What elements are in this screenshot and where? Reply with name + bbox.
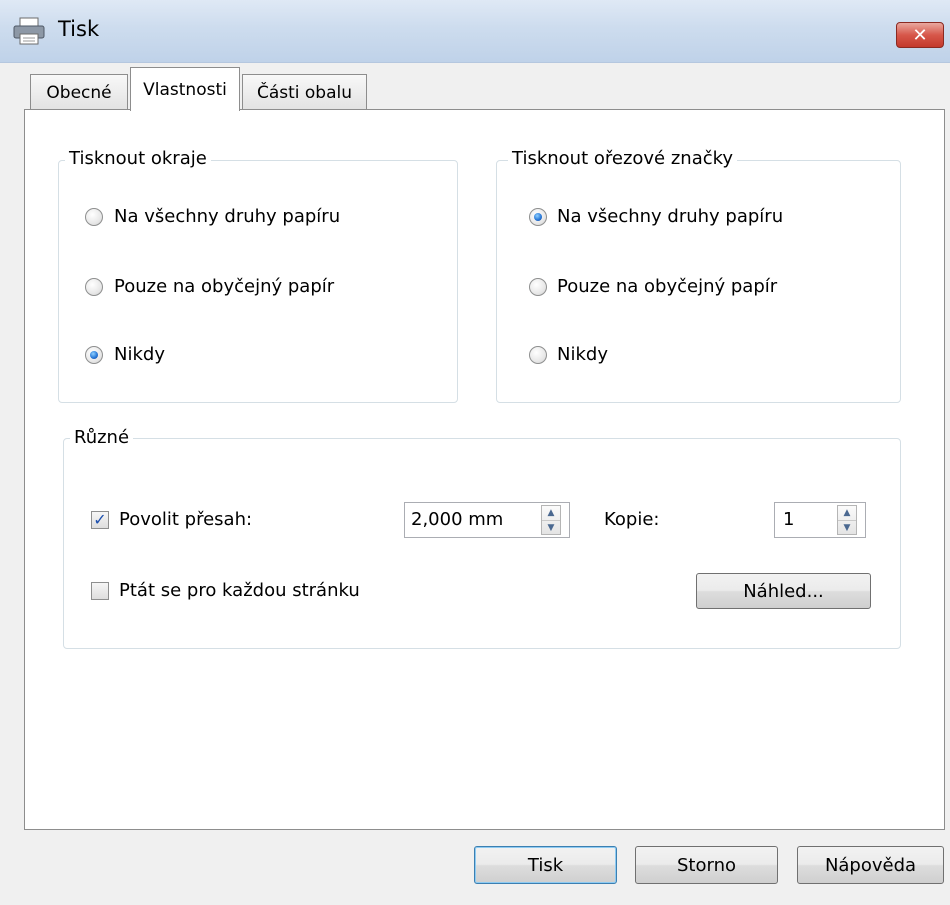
tab-properties[interactable]: Vlastnosti	[130, 67, 240, 111]
spin-up-icon[interactable]: ▲	[542, 506, 560, 521]
copies-spinbox[interactable]: 1 ▲ ▼	[774, 502, 866, 538]
crop-all-papers-label: Na všechny druhy papíru	[557, 206, 784, 227]
crop-plain-paper-radio[interactable]	[529, 278, 547, 296]
misc-group	[63, 438, 901, 649]
spin-down-icon[interactable]: ▼	[542, 521, 560, 535]
margins-never-radio[interactable]	[85, 346, 103, 364]
help-button[interactable]: Nápověda	[797, 846, 944, 884]
crop-marks-legend: Tisknout ořezové značky	[508, 148, 738, 170]
tab-general[interactable]: Obecné	[30, 74, 128, 110]
close-button[interactable]: ✕	[896, 22, 944, 48]
bleed-spin-buttons[interactable]: ▲ ▼	[541, 505, 561, 535]
tab-properties-label: Vlastnosti	[143, 79, 227, 100]
margins-all-papers-label: Na všechny druhy papíru	[114, 206, 341, 227]
print-button[interactable]: Tisk	[474, 846, 617, 884]
cancel-button[interactable]: Storno	[635, 846, 778, 884]
close-icon: ✕	[912, 24, 928, 46]
ask-each-page-checkbox[interactable]	[91, 582, 109, 600]
copies-label: Kopie:	[604, 509, 660, 530]
crop-never-radio[interactable]	[529, 346, 547, 364]
tab-cover-parts-label: Části obalu	[256, 82, 353, 103]
misc-legend: Různé	[70, 427, 134, 449]
allow-bleed-checkbox[interactable]: ✓	[91, 511, 109, 529]
preview-button[interactable]: Náhled...	[696, 573, 871, 609]
allow-bleed-label: Povolit přesah:	[119, 509, 253, 530]
spin-down-icon[interactable]: ▼	[838, 521, 856, 535]
crop-all-papers-radio[interactable]	[529, 208, 547, 226]
tab-general-label: Obecné	[46, 82, 112, 103]
print-margins-legend: Tisknout okraje	[65, 148, 211, 170]
preview-button-label: Náhled...	[743, 580, 824, 602]
spin-up-icon[interactable]: ▲	[838, 506, 856, 521]
crop-plain-paper-label: Pouze na obyčejný papír	[557, 276, 778, 297]
print-button-label: Tisk	[527, 854, 564, 876]
margins-never-label: Nikdy	[114, 344, 165, 365]
bleed-value: 2,000 mm	[411, 509, 504, 530]
checkmark-icon: ✓	[93, 510, 107, 529]
margins-plain-paper-label: Pouze na obyčejný papír	[114, 276, 335, 297]
margins-all-papers-radio[interactable]	[85, 208, 103, 226]
bleed-spinbox[interactable]: 2,000 mm ▲ ▼	[404, 502, 570, 538]
cancel-button-label: Storno	[676, 854, 736, 876]
window-title: Tisk	[58, 17, 100, 41]
ask-each-page-label: Ptát se pro každou stránku	[119, 580, 360, 601]
margins-plain-paper-radio[interactable]	[85, 278, 103, 296]
help-button-label: Nápověda	[824, 854, 917, 876]
copies-spin-buttons[interactable]: ▲ ▼	[837, 505, 857, 535]
crop-never-label: Nikdy	[557, 344, 608, 365]
printer-icon	[13, 17, 45, 45]
copies-value: 1	[783, 509, 795, 530]
title-bar: Tisk ✕	[0, 0, 950, 63]
tab-cover-parts[interactable]: Části obalu	[242, 74, 367, 110]
